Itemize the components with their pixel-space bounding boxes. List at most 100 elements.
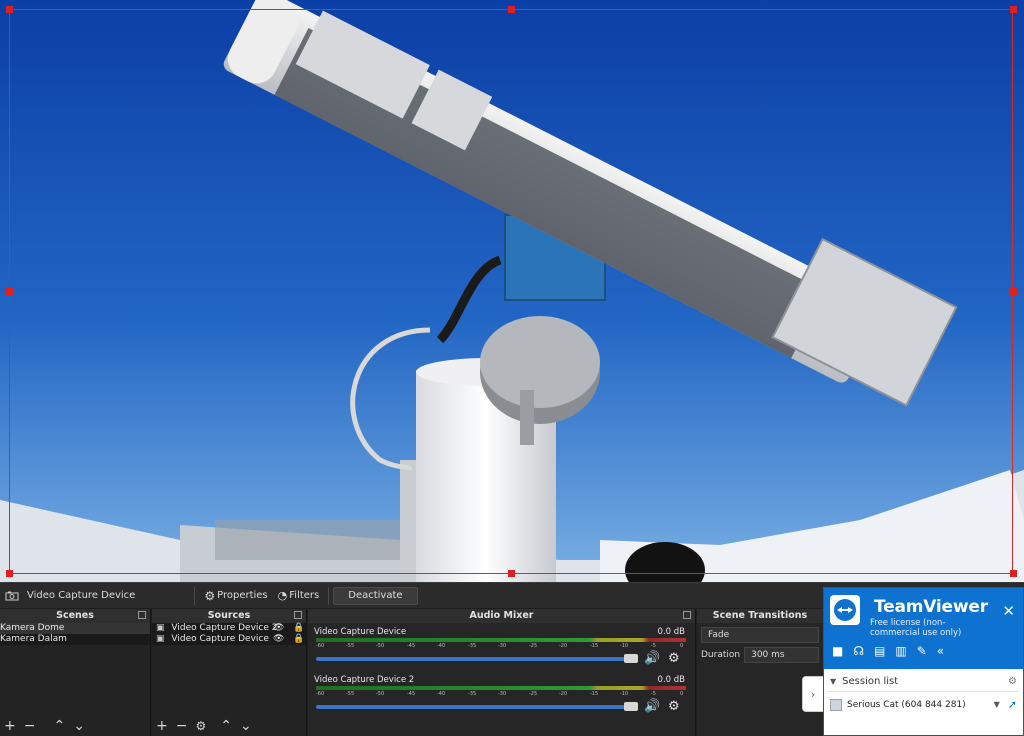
lock-icon[interactable]: 🔒: [293, 623, 304, 634]
move-up-icon[interactable]: ⌃: [53, 718, 65, 734]
remove-icon[interactable]: −: [24, 718, 36, 734]
tick-label: -55: [346, 691, 355, 697]
close-icon[interactable]: ✕: [1002, 602, 1015, 620]
move-down-icon[interactable]: ⌄: [73, 718, 85, 734]
tick-label: -25: [529, 643, 538, 649]
scene-item[interactable]: Kamera Dome: [0, 623, 150, 634]
chat-icon[interactable]: ▤: [874, 644, 885, 658]
duration-value: 300 ms: [751, 650, 785, 660]
program-preview[interactable]: [0, 0, 1024, 582]
channel-name: Video Capture Device 2: [314, 675, 415, 685]
source-item[interactable]: ▣ Video Capture Device 2 👁 🔒: [152, 623, 306, 634]
cursor-icon[interactable]: ➚: [1008, 698, 1017, 711]
scene-item[interactable]: Kamera Dalam: [0, 634, 150, 645]
teamviewer-actions: ■ ☊ ▤ ▥ ✎ «: [832, 644, 944, 658]
session-entry-label: Serious Cat (604 844 281): [847, 699, 966, 710]
move-down-icon[interactable]: ⌄: [240, 718, 252, 734]
remove-icon[interactable]: −: [176, 718, 188, 734]
scenes-title: Scenes: [56, 610, 94, 621]
camera-icon: ▣: [156, 634, 165, 644]
tick-label: 0: [680, 691, 684, 697]
session-section: ▼ Session list ⚙ Serious Cat (604 844 28…: [824, 672, 1023, 717]
gear-icon[interactable]: ⚙: [668, 651, 680, 666]
add-icon[interactable]: +: [4, 718, 16, 734]
move-up-icon[interactable]: ⌃: [220, 718, 232, 734]
transition-selected: Fade: [708, 630, 730, 640]
speaker-icon[interactable]: 🔊: [644, 699, 660, 714]
undock-icon[interactable]: [138, 611, 146, 619]
tick-label: -40: [437, 643, 446, 649]
tick-label: -55: [346, 643, 355, 649]
teamviewer-collapse-tab[interactable]: ›: [802, 676, 823, 712]
volume-slider-handle[interactable]: [624, 654, 638, 663]
transitions-title: Scene Transitions: [712, 610, 808, 621]
resize-handle-tr[interactable]: [1010, 6, 1017, 13]
files-icon[interactable]: ▥: [895, 644, 906, 658]
teamviewer-subtitle: Free license (non-commercial use only): [870, 618, 962, 638]
volume-slider-track[interactable]: [316, 705, 634, 709]
tick-label: -60: [316, 643, 325, 649]
teamviewer-title: TeamViewer: [874, 597, 988, 617]
source-indicator: Video Capture Device: [0, 586, 140, 606]
gear-icon[interactable]: ⚙: [1008, 676, 1017, 687]
tick-label: -10: [620, 643, 629, 649]
mixer-channel: Video Capture Device 0.0 dB -60 -55 -50 …: [312, 625, 691, 671]
properties-button[interactable]: ⚙ Properties: [199, 586, 272, 606]
video-icon[interactable]: ■: [832, 644, 843, 658]
eye-icon[interactable]: 👁: [273, 634, 284, 645]
meter-ticks: -60 -55 -50 -45 -40 -35 -30 -25 -20 -15 …: [316, 643, 688, 651]
gear-icon[interactable]: ⚙: [195, 719, 206, 733]
tick-label: 0: [680, 643, 684, 649]
scenes-dock: Scenes Kamera Dome Kamera Dalam + − ⌃ ⌄: [0, 609, 151, 736]
channel-db: 0.0 dB: [657, 675, 685, 685]
volume-slider-handle[interactable]: [624, 702, 638, 711]
tick-label: -60: [316, 691, 325, 697]
filters-label: Filters: [289, 590, 320, 601]
filters-button[interactable]: ◔ Filters: [273, 586, 325, 606]
gear-icon[interactable]: ⚙: [668, 699, 680, 714]
source-label: Video Capture Device 2: [171, 623, 278, 633]
resize-handle-tl[interactable]: [6, 6, 13, 13]
lock-icon[interactable]: 🔒: [293, 634, 304, 645]
eye-icon[interactable]: 👁: [273, 623, 284, 634]
camera-icon: [5, 591, 19, 600]
teamviewer-logo: [830, 595, 860, 625]
collapse-icon[interactable]: «: [937, 644, 944, 658]
undock-icon[interactable]: [294, 611, 302, 619]
resize-handle-bc[interactable]: [508, 570, 515, 577]
resize-handle-tc[interactable]: [508, 6, 515, 13]
session-entry[interactable]: Serious Cat (604 844 281) ▼ ➚: [824, 692, 1023, 717]
add-icon[interactable]: +: [156, 718, 168, 734]
speaker-icon[interactable]: 🔊: [644, 651, 660, 666]
scene-label: Kamera Dome: [0, 623, 65, 633]
resize-handle-bl[interactable]: [6, 570, 13, 577]
properties-label: Properties: [217, 590, 268, 601]
scene-transitions-dock: Scene Transitions Fade Duration 300 ms: [697, 609, 824, 736]
tick-label: -20: [559, 643, 568, 649]
tick-label: -5: [651, 691, 656, 697]
tick-label: -50: [376, 691, 385, 697]
resize-handle-br[interactable]: [1010, 570, 1017, 577]
headset-icon[interactable]: ☊: [853, 644, 864, 658]
resize-handle-ml[interactable]: [6, 288, 13, 295]
selected-source-name: Video Capture Device: [27, 590, 136, 601]
scenes-list: Kamera Dome Kamera Dalam: [0, 623, 150, 645]
undock-icon[interactable]: [683, 611, 691, 619]
volume-slider-track[interactable]: [316, 657, 634, 661]
audio-mixer-dock: Audio Mixer Video Capture Device 0.0 dB …: [308, 609, 696, 736]
resize-handle-mr[interactable]: [1010, 288, 1017, 295]
session-list-header[interactable]: ▼ Session list ⚙: [824, 672, 1023, 691]
tick-label: -5: [651, 643, 656, 649]
sources-dock: Sources ▣ Video Capture Device 2 👁 🔒 ▣ V…: [152, 609, 307, 736]
duration-input[interactable]: 300 ms: [744, 647, 819, 663]
channel-db: 0.0 dB: [657, 627, 685, 637]
source-selection-box[interactable]: [9, 9, 1013, 574]
transitions-title-bar: Scene Transitions: [697, 609, 823, 623]
triangle-down-icon[interactable]: ▼: [994, 700, 1000, 709]
brush-icon[interactable]: ✎: [917, 644, 927, 658]
mixer-title: Audio Mixer: [469, 610, 534, 621]
teamviewer-header: TeamViewer Free license (non-commercial …: [824, 588, 1023, 669]
deactivate-button[interactable]: Deactivate: [333, 586, 418, 605]
source-item[interactable]: ▣ Video Capture Device 👁 🔒: [152, 634, 306, 645]
transition-select[interactable]: Fade: [701, 627, 819, 643]
